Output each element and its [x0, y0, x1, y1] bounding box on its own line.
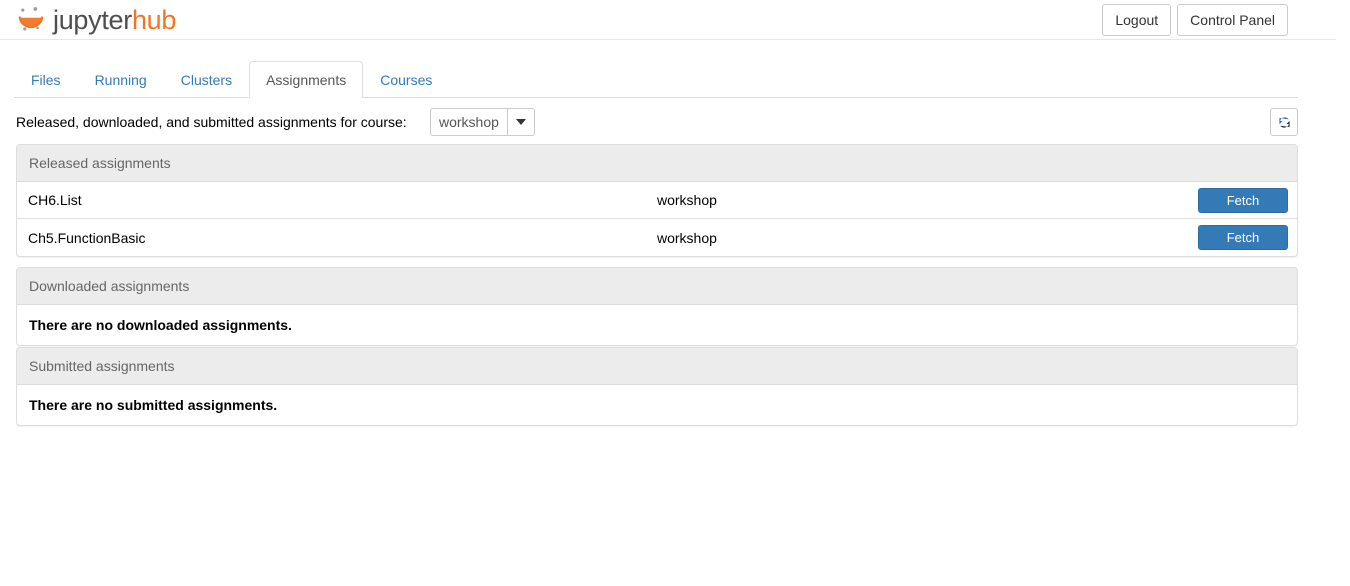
control-panel-button[interactable]: Control Panel — [1177, 4, 1288, 36]
tab-courses[interactable]: Courses — [363, 61, 449, 98]
logo-text-hub: hub — [131, 4, 177, 35]
page-header: jupyterhub Logout Control Panel — [0, 0, 1336, 40]
jupyterhub-logo-text: jupyterhub — [53, 4, 177, 35]
refresh-button[interactable] — [1270, 108, 1298, 136]
course-select-toggle-button[interactable] — [506, 108, 535, 136]
course-selector-label: Released, downloaded, and submitted assi… — [16, 114, 407, 130]
logo-text-jupyter: jupyter — [53, 4, 132, 35]
released-panel-title: Released assignments — [17, 145, 1297, 182]
fetch-button[interactable]: Fetch — [1198, 225, 1288, 250]
tab-files[interactable]: Files — [14, 61, 78, 98]
assignment-name: Ch5.FunctionBasic — [28, 229, 146, 246]
assignment-course: workshop — [657, 192, 717, 208]
assignment-name: CH6.List — [28, 192, 82, 208]
submitted-assignments-panel: Submitted assignments There are no submi… — [16, 347, 1298, 426]
downloaded-assignments-panel: Downloaded assignments There are no down… — [16, 267, 1298, 346]
table-row: CH6.List workshop Fetch — [17, 182, 1297, 219]
tab-running[interactable]: Running — [78, 61, 164, 98]
tab-assignments[interactable]: Assignments — [249, 61, 364, 98]
downloaded-panel-title: Downloaded assignments — [17, 268, 1297, 305]
logout-button[interactable]: Logout — [1102, 4, 1172, 36]
assignment-course: workshop — [657, 229, 717, 246]
fetch-button[interactable]: Fetch — [1198, 187, 1288, 213]
refresh-icon — [1278, 116, 1290, 128]
tab-clusters[interactable]: Clusters — [164, 61, 249, 98]
header-actions: Logout Control Panel — [1096, 4, 1288, 36]
course-select-group[interactable]: workshop — [430, 108, 535, 136]
submitted-panel-title: Submitted assignments — [17, 348, 1297, 385]
main-tab-bar: Files Running Clusters Assignments Cours… — [14, 61, 1298, 98]
submitted-empty-message: There are no submitted assignments. — [29, 397, 278, 413]
jupyterhub-logo[interactable]: jupyterhub — [16, 1, 176, 39]
table-row: Ch5.FunctionBasic workshop Fetch — [17, 219, 1297, 256]
course-selector-row: Released, downloaded, and submitted assi… — [16, 108, 1298, 138]
course-select-value[interactable]: workshop — [430, 108, 507, 136]
jupyterhub-logo-icon — [18, 7, 44, 31]
downloaded-empty-message: There are no downloaded assignments. — [29, 317, 292, 333]
released-assignments-panel: Released assignments CH6.List workshop F… — [16, 144, 1298, 257]
chevron-down-icon — [515, 119, 526, 125]
